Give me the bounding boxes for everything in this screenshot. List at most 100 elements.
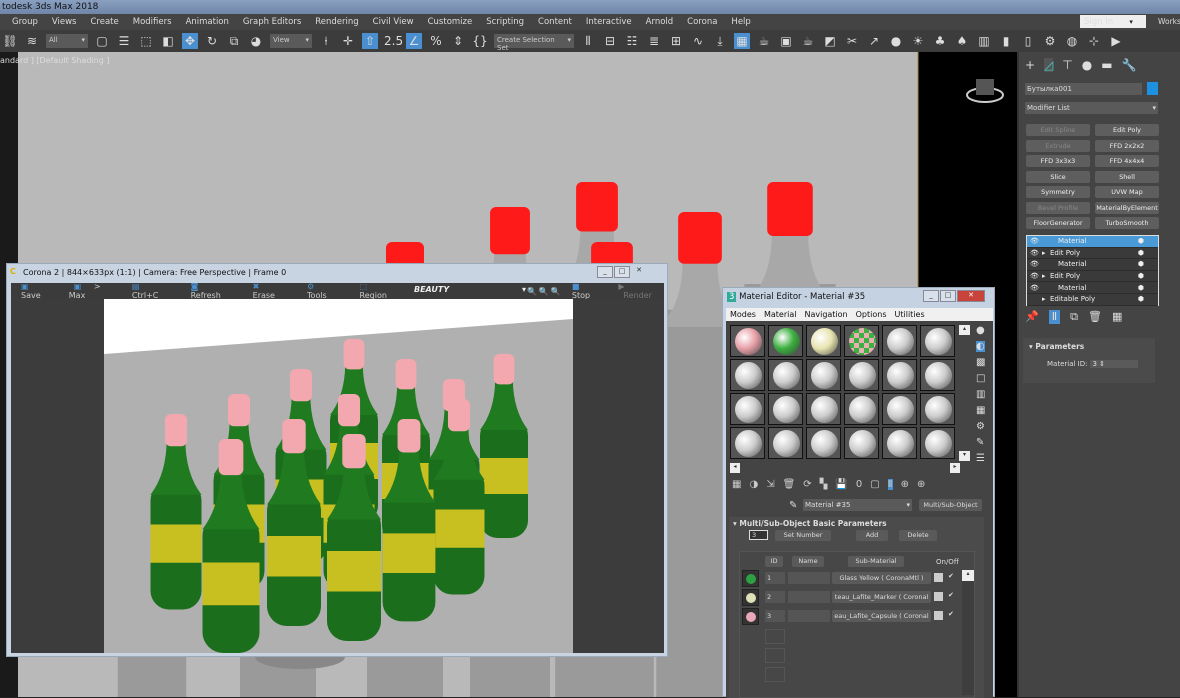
menu-group[interactable]: Group xyxy=(12,17,38,27)
sub-color-swatch[interactable] xyxy=(934,573,943,582)
copy-button[interactable]: ▤ Ctrl+C xyxy=(127,282,176,300)
show-shaded-icon[interactable]: ▢ xyxy=(870,479,879,490)
modifier-button[interactable]: Symmetry xyxy=(1026,186,1090,198)
layer-explorer-icon[interactable]: ≣ xyxy=(646,33,662,49)
modifier-button[interactable]: Shell xyxy=(1095,170,1159,183)
modifier-button[interactable]: Bevel Profile xyxy=(1026,201,1090,214)
sub-material-button[interactable]: teau_Lafite_Marker ( Coronal xyxy=(832,591,931,603)
utilities-tab-icon[interactable]: 🔧 xyxy=(1122,58,1137,72)
go-forward-icon[interactable]: ⊕ xyxy=(917,479,925,490)
material-slot[interactable] xyxy=(730,427,765,459)
make-unique-icon[interactable]: ⧉ xyxy=(1070,310,1078,324)
create-tab-icon[interactable]: + xyxy=(1025,58,1035,72)
make-preview-icon[interactable]: ▦ xyxy=(976,405,985,416)
snap-toggle-icon[interactable]: 2.5 xyxy=(384,33,403,49)
rect-selection-icon[interactable]: ⬚ xyxy=(138,33,154,49)
modifier-button[interactable]: TurboSmooth xyxy=(1095,217,1159,229)
object-color-swatch[interactable] xyxy=(1147,82,1158,95)
menu-graph-editors[interactable]: Graph Editors xyxy=(243,17,301,27)
sub-id-field[interactable]: 3 xyxy=(765,610,785,622)
material-slot[interactable] xyxy=(806,427,841,459)
render-setup-icon[interactable]: ☕ xyxy=(756,33,772,49)
material-name-field[interactable]: Material #35 ▾ xyxy=(803,499,912,511)
menu-corona[interactable]: Corona xyxy=(687,17,717,27)
pivot-icon[interactable]: ⍿ xyxy=(318,33,334,49)
window-crossing-icon[interactable]: ◧ xyxy=(160,33,176,49)
sign-in-dropdown[interactable]: Sign In ▾ xyxy=(1080,15,1146,28)
workspace-label[interactable]: Works xyxy=(1158,17,1180,26)
trees-icon[interactable]: ♠ xyxy=(954,33,970,49)
material-slot[interactable] xyxy=(882,359,917,391)
zoom-out-icon[interactable]: 🔍 xyxy=(539,287,549,296)
expand-arrow-icon[interactable]: ▸ xyxy=(1042,272,1050,280)
modify-tab-icon[interactable]: ◿ xyxy=(1044,58,1054,72)
percent-snap-icon[interactable]: % xyxy=(428,33,444,49)
sun-icon[interactable]: ☀ xyxy=(910,33,926,49)
sub-material-column-header[interactable]: Sub-Material xyxy=(848,556,904,567)
pin-stack-icon[interactable]: 📌 xyxy=(1025,310,1039,324)
modifier-stack[interactable]: 👁 Material ⬢ 👁 ▸ Edit Poly ⬢ 👁 Material ⬢ 👁 ▸ Edit P… xyxy=(1026,235,1159,306)
save-button[interactable]: ▣ Save xyxy=(16,282,59,300)
show-end-result-icon[interactable]: Ⅱ xyxy=(887,479,893,490)
material-slot[interactable] xyxy=(768,325,803,357)
eye-icon[interactable]: 👁 xyxy=(1030,284,1042,292)
modifier-button[interactable]: FFD 4x4x4 xyxy=(1095,155,1159,167)
eye-icon[interactable]: 👁 xyxy=(1030,272,1042,280)
viewcube-icon[interactable] xyxy=(966,79,1004,103)
menu-arnold[interactable]: Arnold xyxy=(646,17,674,27)
modifier-button[interactable]: Extrude xyxy=(1026,139,1090,152)
rotate-icon[interactable]: ↻ xyxy=(204,33,220,49)
curve-editor-icon[interactable]: ∿ xyxy=(690,33,706,49)
zoom-fit-icon[interactable]: 🔍 xyxy=(551,287,561,296)
menu-interactive[interactable]: Interactive xyxy=(586,17,632,27)
sub-material-swatch[interactable] xyxy=(742,608,759,625)
angle-snap-icon[interactable]: ∠ xyxy=(406,33,422,49)
menu-content[interactable]: Content xyxy=(538,17,572,27)
corona-title-bar[interactable]: C Corona 2 | 844×633px (1:1) | Camera: Fr… xyxy=(7,264,667,283)
modifier-button[interactable]: MaterialByElement xyxy=(1095,201,1159,214)
manipulate-icon[interactable]: ✛ xyxy=(340,33,356,49)
menu-material[interactable]: Material xyxy=(764,310,797,319)
sub-material-swatch[interactable] xyxy=(742,589,759,606)
material-slot[interactable] xyxy=(882,325,917,357)
material-slot[interactable] xyxy=(920,325,955,357)
scroll-down-button[interactable]: ▾ xyxy=(959,451,970,461)
menu-help[interactable]: Help xyxy=(731,17,750,27)
material-id-channel-icon[interactable]: 0 xyxy=(856,479,862,490)
modifier-button[interactable]: FFD 3x3x3 xyxy=(1026,155,1090,167)
menu-navigation[interactable]: Navigation xyxy=(804,310,847,319)
set-number-button[interactable]: Set Number xyxy=(775,530,831,541)
parameters-rollout-title[interactable]: ▾ Parameters xyxy=(1023,338,1155,355)
menu-rendering[interactable]: Rendering xyxy=(315,17,358,27)
material-slot[interactable] xyxy=(768,427,803,459)
stack-item[interactable]: 👁 Material ⬢ xyxy=(1027,282,1158,294)
sub-name-field[interactable] xyxy=(788,610,830,622)
menu-customize[interactable]: Customize xyxy=(428,17,473,27)
material-type-button[interactable]: Multi/Sub-Object xyxy=(919,499,982,511)
mirror-icon[interactable]: ⫴ xyxy=(580,33,596,49)
material-slot[interactable] xyxy=(806,393,841,425)
material-slot[interactable] xyxy=(730,359,765,391)
material-slot[interactable] xyxy=(882,427,917,459)
modifier-button[interactable]: Edit Spline xyxy=(1026,124,1090,136)
proxy-icon[interactable]: ▥ xyxy=(976,33,992,49)
background-icon[interactable]: ▩ xyxy=(976,357,985,368)
modifier-button[interactable]: UVW Map xyxy=(1095,186,1159,198)
display-tab-icon[interactable]: ▬ xyxy=(1101,58,1112,72)
refresh-button[interactable]: ◙ Refresh xyxy=(186,282,238,300)
on-off-checkbox[interactable]: ✔ xyxy=(948,572,954,580)
material-slot[interactable] xyxy=(806,359,841,391)
menu-views[interactable]: Views xyxy=(52,17,77,27)
zoom-in-icon[interactable]: 🔍 xyxy=(527,287,537,296)
configure-sets-icon[interactable]: ▦ xyxy=(1112,310,1122,324)
eye-icon[interactable]: 👁 xyxy=(1030,237,1042,245)
material-slot[interactable] xyxy=(844,325,879,357)
region-button[interactable]: ⬚ Region xyxy=(355,282,404,300)
spinner-snap-icon[interactable]: ⇕ xyxy=(450,33,466,49)
reset-map-icon[interactable]: 🗑 xyxy=(783,479,796,490)
stop-button[interactable]: ■ Stop xyxy=(567,282,609,300)
keyboard-shortcut-icon[interactable]: ⇧ xyxy=(362,33,378,49)
number-of-materials-field[interactable]: 3 xyxy=(749,530,768,540)
put-to-library-icon[interactable]: 💾 xyxy=(835,479,847,490)
put-to-scene-icon[interactable]: ◑ xyxy=(749,479,758,490)
